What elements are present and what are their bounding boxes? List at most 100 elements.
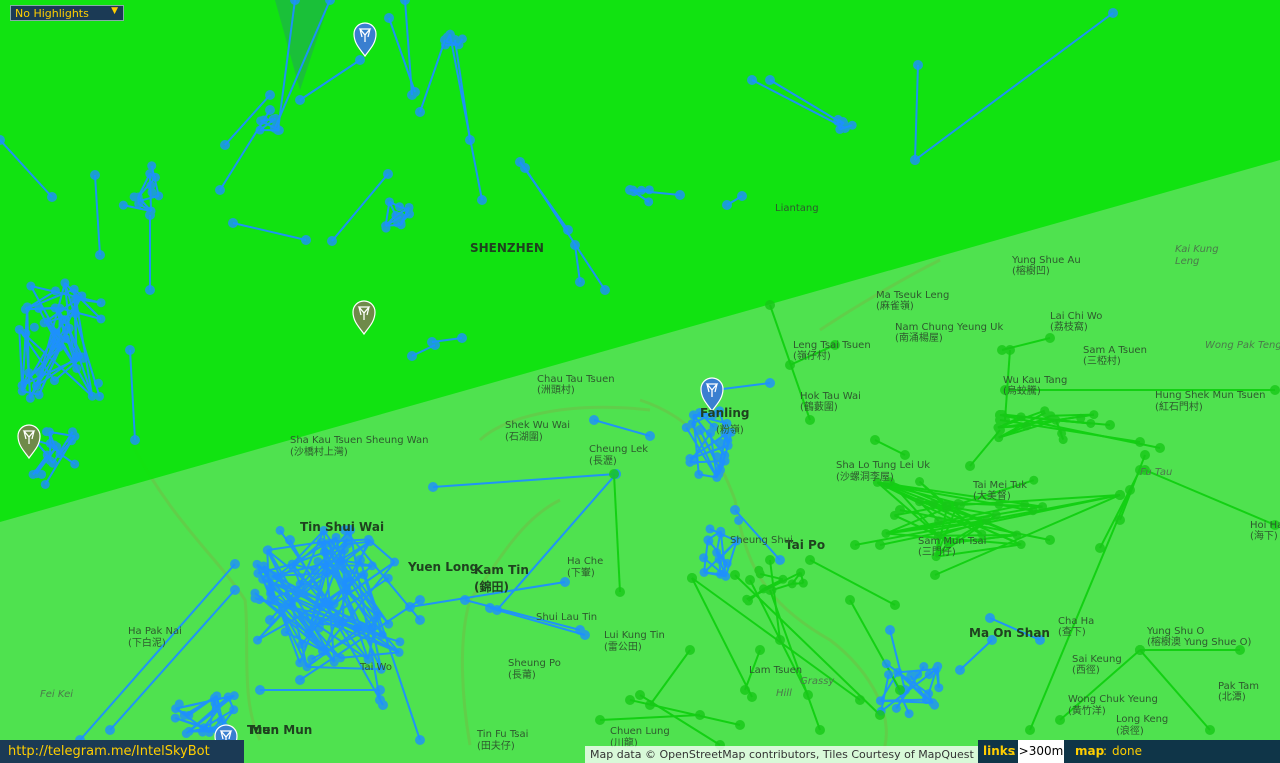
resistance-portal[interactable]	[271, 113, 281, 123]
enlightened-portal[interactable]	[1016, 412, 1026, 422]
resistance-portal[interactable]	[285, 535, 295, 545]
resistance-portal[interactable]	[924, 670, 934, 680]
resistance-portal[interactable]	[913, 60, 923, 70]
resistance-portal[interactable]	[29, 322, 39, 332]
enlightened-portal[interactable]	[1086, 418, 1096, 428]
resistance-portal[interactable]	[255, 125, 265, 135]
resistance-portal[interactable]	[60, 333, 70, 343]
enlightened-portal[interactable]	[1105, 420, 1115, 430]
resistance-portal[interactable]	[921, 695, 931, 705]
enlightened-portal[interactable]	[1038, 502, 1048, 512]
enlightened-portal[interactable]	[850, 540, 860, 550]
resistance-portal[interactable]	[329, 657, 339, 667]
resistance-portal[interactable]	[105, 725, 115, 735]
resistance-portal[interactable]	[307, 654, 317, 664]
resistance-portal[interactable]	[327, 236, 337, 246]
resistance-portal[interactable]	[415, 107, 425, 117]
resistance-portal[interactable]	[440, 40, 450, 50]
resistance-portal[interactable]	[313, 556, 323, 566]
resistance-portal[interactable]	[747, 75, 757, 85]
resistance-portal[interactable]	[881, 659, 891, 669]
enlightened-portal[interactable]	[1040, 406, 1050, 416]
resistance-portal[interactable]	[355, 555, 365, 565]
resistance-portal[interactable]	[22, 302, 32, 312]
resistance-portal[interactable]	[96, 298, 106, 308]
resistance-portal[interactable]	[72, 363, 82, 373]
resistance-portal[interactable]	[737, 191, 747, 201]
enlightened-portal[interactable]	[787, 579, 797, 589]
enlightened-portal[interactable]	[1270, 385, 1280, 395]
resistance-portal[interactable]	[184, 726, 194, 736]
resistance-portal[interactable]	[644, 185, 654, 195]
resistance-portal[interactable]	[146, 206, 156, 216]
resistance-portal[interactable]	[934, 683, 944, 693]
enlightened-portal[interactable]	[687, 573, 697, 583]
highlight-select[interactable]: No Highlights ▼	[10, 5, 124, 21]
resistance-portal[interactable]	[25, 393, 35, 403]
resistance-portal[interactable]	[228, 218, 238, 228]
resistance-portal[interactable]	[381, 223, 391, 233]
enlightened-portal[interactable]	[1055, 715, 1065, 725]
resistance-portal[interactable]	[230, 559, 240, 569]
enlightened-portal[interactable]	[941, 500, 951, 510]
resistance-portal[interactable]	[893, 667, 903, 677]
enlightened-portal[interactable]	[740, 685, 750, 695]
enlightened-portal[interactable]	[845, 595, 855, 605]
resistance-portal[interactable]	[847, 120, 857, 130]
resistance-portal[interactable]	[460, 595, 470, 605]
resistance-portal[interactable]	[93, 378, 103, 388]
enlightened-portal[interactable]	[1155, 443, 1165, 453]
resistance-portal[interactable]	[286, 598, 296, 608]
enlightened-portal[interactable]	[889, 510, 899, 520]
resistance-portal[interactable]	[378, 700, 388, 710]
resistance-portal[interactable]	[415, 735, 425, 745]
resistance-portal[interactable]	[331, 532, 341, 542]
resistance-portal[interactable]	[734, 515, 744, 525]
enlightened-portal[interactable]	[1140, 450, 1150, 460]
resistance-portal[interactable]	[955, 665, 965, 675]
resistance-portal[interactable]	[904, 709, 914, 719]
resistance-portal[interactable]	[147, 161, 157, 171]
resistance-portal[interactable]	[714, 554, 724, 564]
resistance-portal[interactable]	[563, 225, 573, 235]
resistance-portal[interactable]	[68, 427, 78, 437]
resistance-portal[interactable]	[64, 323, 74, 333]
resistance-portal[interactable]	[229, 705, 239, 715]
enlightened-portal[interactable]	[1125, 485, 1135, 495]
enlightened-portal[interactable]	[755, 569, 765, 579]
resistance-portal[interactable]	[384, 13, 394, 23]
enlightened-portal[interactable]	[775, 635, 785, 645]
resistance-portal[interactable]	[427, 337, 437, 347]
resistance-portal[interactable]	[589, 415, 599, 425]
resistance-portal[interactable]	[130, 435, 140, 445]
resistance-portal[interactable]	[775, 555, 785, 565]
resistance-portal[interactable]	[87, 391, 97, 401]
resistance-portal[interactable]	[314, 623, 324, 633]
resistance-portal[interactable]	[335, 555, 345, 565]
resistance-portal[interactable]	[210, 698, 220, 708]
resistance-portal[interactable]	[485, 603, 495, 613]
resistance-portal[interactable]	[675, 190, 685, 200]
resistance-portal[interactable]	[715, 438, 725, 448]
resistance-portal[interactable]	[694, 469, 704, 479]
resistance-portal[interactable]	[253, 635, 263, 645]
enlightened-portal[interactable]	[1089, 410, 1099, 420]
resistance-portal[interactable]	[51, 328, 61, 338]
enlightened-portal[interactable]	[803, 690, 813, 700]
resistance-portal[interactable]	[34, 303, 44, 313]
enlightened-portal[interactable]	[765, 555, 775, 565]
resistance-portal[interactable]	[457, 333, 467, 343]
resistance-portal[interactable]	[216, 715, 226, 725]
resistance-portal[interactable]	[45, 427, 55, 437]
resistance-portal[interactable]	[319, 646, 329, 656]
enlightened-portal[interactable]	[993, 423, 1003, 433]
resistance-portal[interactable]	[125, 345, 135, 355]
resistance-portal[interactable]	[147, 187, 157, 197]
resistance-portal[interactable]	[645, 431, 655, 441]
resistance-portal[interactable]	[215, 185, 225, 195]
resistance-portal[interactable]	[259, 561, 269, 571]
resistance-portal[interactable]	[265, 588, 275, 598]
resistance-portal[interactable]	[933, 661, 943, 671]
enlightened-portal[interactable]	[1095, 543, 1105, 553]
enlightened-portal[interactable]	[755, 645, 765, 655]
